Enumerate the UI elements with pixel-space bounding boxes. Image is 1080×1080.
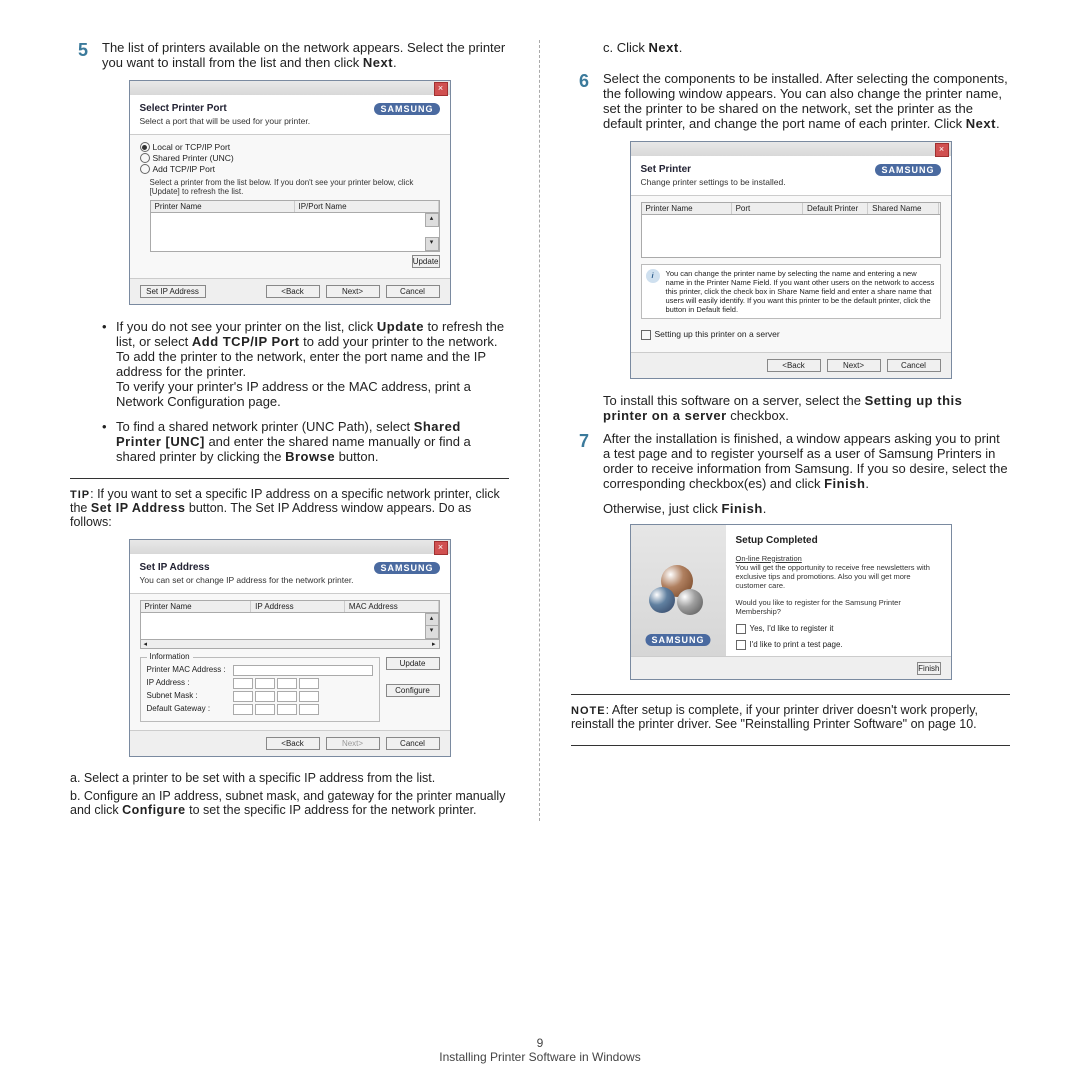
testpage-checkbox[interactable] bbox=[736, 640, 746, 650]
step-5-number: 5 bbox=[70, 40, 88, 70]
cancel-button[interactable]: Cancel bbox=[887, 359, 941, 372]
samsung-logo: SAMSUNG bbox=[374, 562, 439, 574]
close-icon[interactable]: × bbox=[935, 143, 949, 157]
step-7-number: 7 bbox=[571, 431, 589, 491]
info-icon: i bbox=[646, 269, 660, 283]
configure-button[interactable]: Configure bbox=[386, 684, 440, 697]
step-5-text: The list of printers available on the ne… bbox=[102, 40, 509, 70]
back-button[interactable]: <Back bbox=[266, 285, 320, 298]
page-footer: 9 Installing Printer Software in Windows bbox=[0, 1036, 1080, 1064]
bullet-unc: To find a shared network printer (UNC Pa… bbox=[108, 419, 509, 464]
next-button: Next> bbox=[326, 737, 380, 750]
cancel-button[interactable]: Cancel bbox=[386, 285, 440, 298]
otherwise-text: Otherwise, just click Finish. bbox=[603, 501, 1010, 516]
back-button[interactable]: <Back bbox=[767, 359, 821, 372]
set-ip-address-button[interactable]: Set IP Address bbox=[140, 285, 206, 298]
cancel-button[interactable]: Cancel bbox=[386, 737, 440, 750]
dialog-setup-completed: SAMSUNG Setup Completed On-line Registra… bbox=[630, 524, 952, 680]
dialog-set-ip-address: × Set IP Address You can set or change I… bbox=[129, 539, 451, 757]
dialog-select-printer-port: × Select Printer Port Select a port that… bbox=[129, 80, 451, 305]
step-7-text: After the installation is finished, a wi… bbox=[603, 431, 1010, 491]
update-button[interactable]: Update bbox=[412, 255, 440, 268]
dialog-set-printer: × Set Printer Change printer settings to… bbox=[630, 141, 952, 379]
next-button[interactable]: Next> bbox=[326, 285, 380, 298]
update-button[interactable]: Update bbox=[386, 657, 440, 670]
server-note: To install this software on a server, se… bbox=[603, 393, 1010, 423]
substep-b: b. Configure an IP address, subnet mask,… bbox=[70, 789, 509, 817]
finish-button[interactable]: Finish bbox=[917, 662, 940, 675]
samsung-logo: SAMSUNG bbox=[875, 164, 940, 176]
close-icon[interactable]: × bbox=[434, 82, 448, 96]
substep-c: c. Click Next. bbox=[603, 40, 1010, 55]
scroll-down-icon[interactable]: ▾ bbox=[425, 237, 439, 251]
tip-text: TIP: If you want to set a specific IP ad… bbox=[70, 487, 509, 529]
radio-shared-unc[interactable] bbox=[140, 153, 150, 163]
step-6-text: Select the components to be installed. A… bbox=[603, 71, 1010, 131]
radio-add-tcpip[interactable] bbox=[140, 164, 150, 174]
server-checkbox[interactable] bbox=[641, 330, 651, 340]
close-icon[interactable]: × bbox=[434, 541, 448, 555]
note-text: NOTE: After setup is complete, if your p… bbox=[571, 703, 1010, 731]
samsung-logo: SAMSUNG bbox=[374, 103, 439, 115]
samsung-logo: SAMSUNG bbox=[645, 634, 710, 646]
register-checkbox[interactable] bbox=[736, 624, 746, 634]
next-button[interactable]: Next> bbox=[827, 359, 881, 372]
bullet-update: If you do not see your printer on the li… bbox=[108, 319, 509, 409]
step-6-number: 6 bbox=[571, 71, 589, 131]
info-box: i You can change the printer name by sel… bbox=[641, 264, 941, 319]
scroll-down-icon[interactable]: ▾ bbox=[425, 625, 439, 639]
scroll-up-icon[interactable]: ▴ bbox=[425, 213, 439, 227]
back-button[interactable]: <Back bbox=[266, 737, 320, 750]
radio-local-tcpip[interactable] bbox=[140, 142, 150, 152]
substep-a: a. Select a printer to be set with a spe… bbox=[70, 771, 509, 785]
